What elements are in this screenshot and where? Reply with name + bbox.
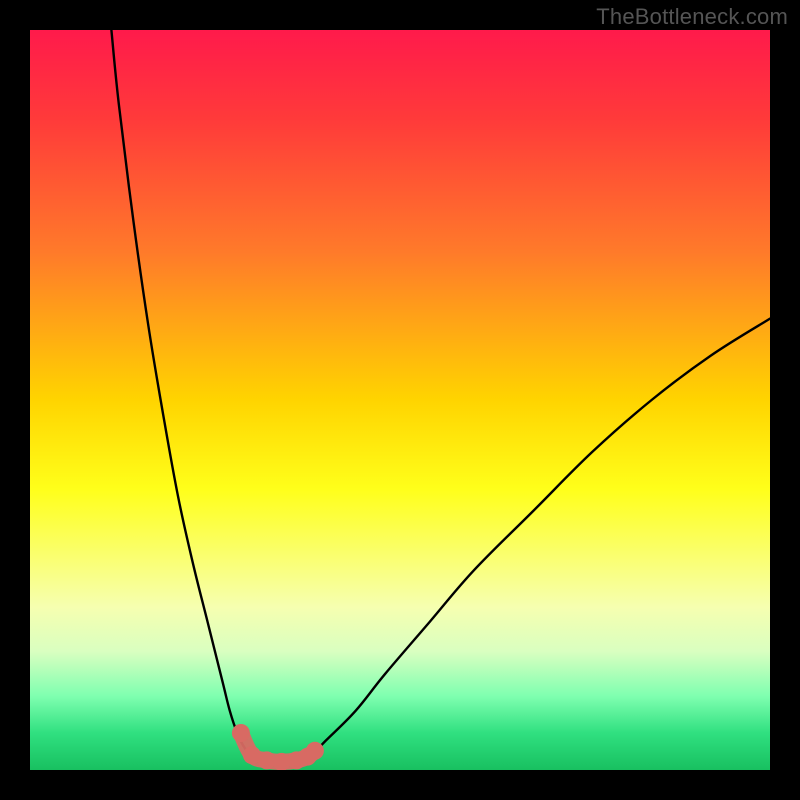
chart-plot-area [30,30,770,770]
valley-marker [306,742,324,760]
outer-frame: TheBottleneck.com [0,0,800,800]
valley-marker [232,724,250,742]
gradient-background [30,30,770,770]
chart-svg [30,30,770,770]
watermark-text: TheBottleneck.com [596,4,788,30]
